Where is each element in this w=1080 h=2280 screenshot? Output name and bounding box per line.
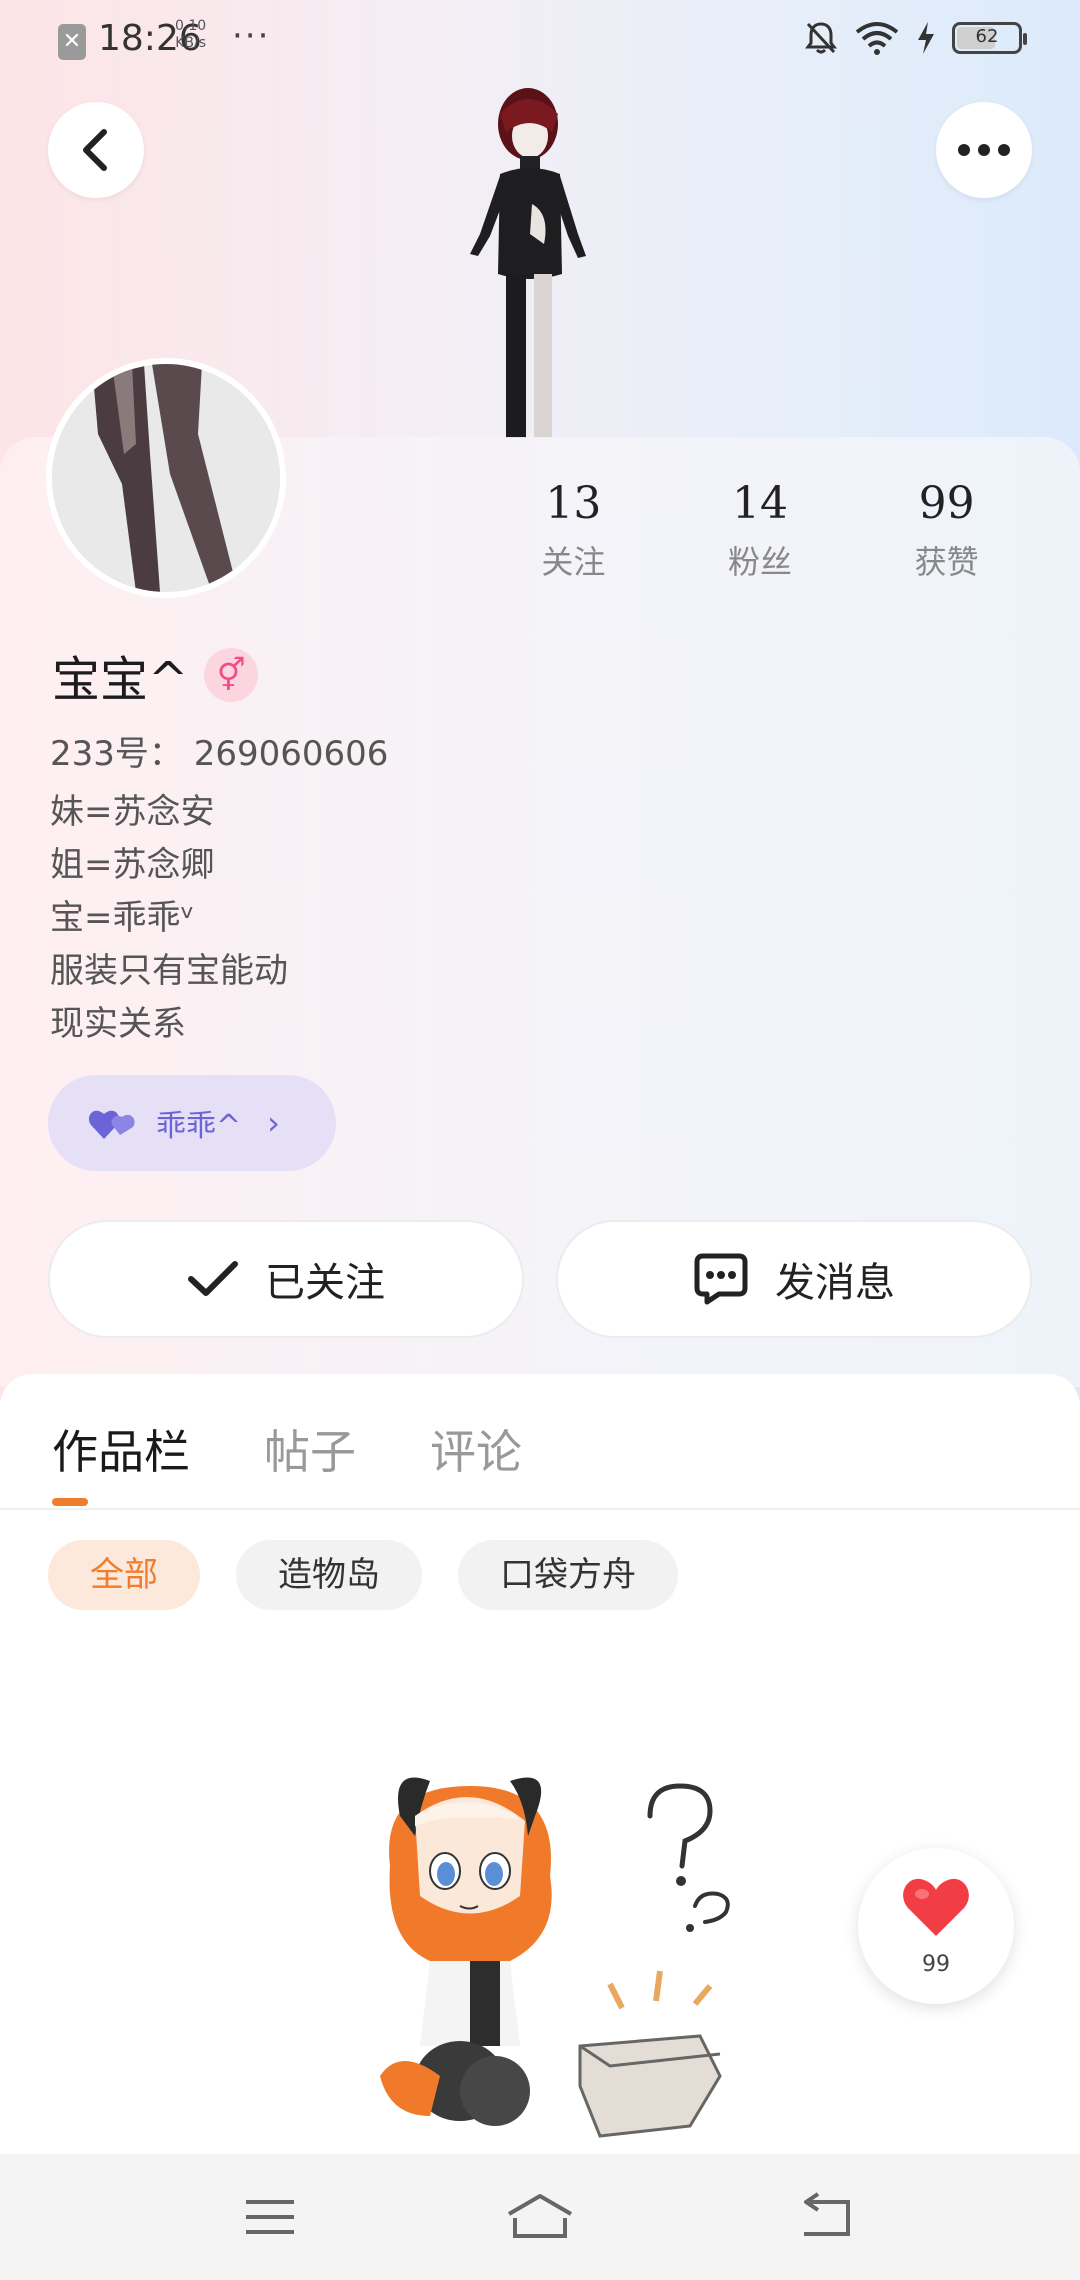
profile-stats: 13 关注 14 粉丝 99 获赞 [480, 478, 1040, 583]
back-button[interactable] [48, 102, 144, 198]
bio-line: 服装只有宝能动 [50, 951, 288, 991]
stat-following-label: 关注 [541, 543, 606, 581]
chip-creation-island[interactable]: 造物岛 [236, 1540, 422, 1610]
relation-name: 乖乖^ [156, 1109, 242, 1144]
username: 宝宝^ [52, 652, 189, 708]
system-navigation-bar [0, 2154, 1080, 2280]
tab-works[interactable]: 作品栏 [52, 1416, 190, 1482]
stat-followers-value: 14 [732, 478, 788, 529]
chevron-left-icon [83, 129, 107, 171]
network-speed-unit: KB/s [175, 35, 206, 51]
tabs-divider [0, 1508, 1080, 1510]
chip-all[interactable]: 全部 [48, 1540, 200, 1610]
content-section: 作品栏 帖子 评论 全部 造物岛 口袋方舟 [0, 1374, 1080, 2154]
content-tabs: 作品栏 帖子 评论 [52, 1416, 522, 1482]
battery-level: 62 [975, 26, 999, 47]
more-horizontal-icon [958, 144, 1010, 156]
bio-line: 妹=苏念安 [50, 792, 215, 832]
tab-comments[interactable]: 评论 [430, 1416, 522, 1482]
charging-icon [918, 22, 934, 54]
check-icon [188, 1261, 238, 1296]
followed-button[interactable]: 已关注 [48, 1220, 524, 1338]
chevron-right-icon: › [267, 1104, 280, 1142]
home-icon[interactable] [505, 2192, 575, 2242]
username-row: 宝宝^ ⚥ [52, 640, 259, 710]
like-count: 99 [922, 1952, 950, 1977]
mute-bell-icon [805, 22, 837, 54]
heart-icon [903, 1878, 969, 1936]
avatar-image [52, 364, 280, 592]
chip-pocket-ark[interactable]: 口袋方舟 [458, 1540, 678, 1610]
back-nav-icon[interactable] [796, 2192, 856, 2242]
gender-icon: ⚥ [204, 648, 259, 702]
network-speed: 0.10 KB/s [175, 18, 206, 52]
stat-following[interactable]: 13 关注 [480, 478, 667, 583]
status-icons: 62 [804, 20, 1027, 56]
double-heart-icon [88, 1110, 135, 1139]
status-bar: ✕ 18:26 0.10 KB/s ··· 62 [0, 0, 1080, 84]
stat-followers[interactable]: 14 粉丝 [667, 478, 854, 583]
battery-icon: 62 [952, 22, 1027, 54]
stat-following-value: 13 [545, 478, 602, 529]
avatar[interactable] [46, 358, 286, 598]
close-notification-icon: ✕ [58, 24, 86, 60]
bio-line: 姐=苏念卿 [50, 845, 215, 885]
network-speed-value: 0.10 [175, 18, 207, 34]
empty-state-illustration [380, 1777, 730, 2138]
send-message-label: 发消息 [775, 1260, 895, 1306]
bio: 妹=苏念安 姐=苏念卿 宝=乖乖ᵛ 服装只有宝能动 现实关系 [50, 786, 288, 1051]
bio-line: 宝=乖乖ᵛ [50, 898, 195, 938]
stat-followers-label: 粉丝 [728, 543, 793, 581]
followed-label: 已关注 [265, 1260, 385, 1306]
stat-likes[interactable]: 99 获赞 [853, 478, 1040, 583]
user-id[interactable]: 233号： 269060606 [50, 726, 388, 775]
chat-bubble-icon [694, 1253, 748, 1305]
relation-badge[interactable]: 乖乖^ › [48, 1075, 336, 1171]
character-model-image [470, 88, 586, 438]
wifi-icon [855, 22, 899, 55]
more-options-button[interactable] [936, 102, 1032, 198]
stat-likes-value: 99 [918, 478, 975, 529]
stat-likes-label: 获赞 [914, 543, 979, 581]
status-more-icon: ··· [232, 16, 271, 56]
tab-posts[interactable]: 帖子 [264, 1416, 356, 1482]
send-message-button[interactable]: 发消息 [556, 1220, 1032, 1338]
active-tab-indicator [52, 1498, 88, 1506]
bio-line: 现实关系 [50, 1004, 186, 1044]
filter-chips: 全部 造物岛 口袋方舟 [48, 1540, 678, 1610]
menu-icon[interactable] [240, 2192, 300, 2242]
like-button[interactable]: 99 [858, 1848, 1014, 2004]
